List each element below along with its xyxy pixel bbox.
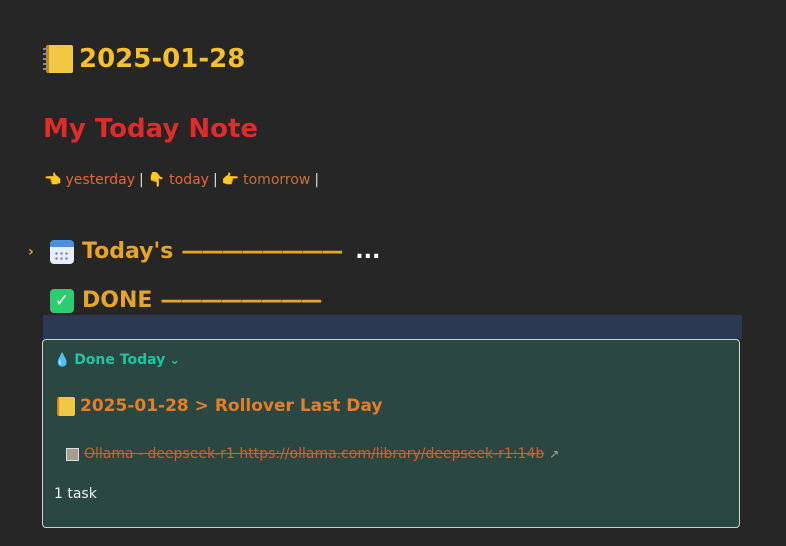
point-right-icon: 👉 (221, 172, 240, 188)
chevron-down-icon[interactable]: ⌄ (169, 353, 180, 368)
chevron-right-icon[interactable]: › (28, 244, 42, 260)
collapsed-indicator[interactable]: ... (355, 239, 380, 264)
point-left-icon: 👈 (44, 172, 62, 188)
notebook-icon (43, 45, 73, 73)
point-down-icon: 👇 (147, 172, 166, 188)
daily-navigation: 👈 yesterday | 👇 today | 👉 tomorrow | (44, 172, 319, 188)
todays-rule: ———————— (181, 239, 343, 264)
date-title: 2025-01-28 (79, 44, 246, 74)
tasks-query-result: 💧 Done Today ⌄ 2025-01-28 > Rollover Las… (42, 339, 740, 528)
separator: | (314, 172, 320, 188)
group-title: 2025-01-28 > Rollover Last Day (80, 396, 383, 416)
done-today-header[interactable]: 💧 Done Today ⌄ (54, 352, 180, 368)
check-box-icon: ✓ (50, 288, 74, 313)
group-heading: 2025-01-28 > Rollover Last Day (57, 396, 382, 416)
tomorrow-link[interactable]: tomorrow (243, 172, 310, 188)
query-code-band (43, 315, 742, 339)
task-count: 1 task (54, 486, 97, 502)
drop-icon: 💧 (54, 352, 71, 368)
done-heading: ✓ DONE ———————— (28, 288, 322, 313)
note-title: 2025-01-28 (43, 44, 246, 74)
list-item: Ollama - deepseek-r1 https://ollama.com/… (66, 446, 559, 462)
today-link[interactable]: today (169, 172, 209, 188)
calendar-icon (50, 239, 74, 264)
done-label: DONE (82, 288, 153, 313)
separator: | (139, 172, 144, 188)
task-link[interactable]: Ollama - deepseek-r1 https://ollama.com/… (84, 446, 544, 462)
task-checkbox[interactable] (66, 447, 79, 461)
done-today-label: Done Today (74, 352, 166, 368)
yesterday-link[interactable]: yesterday (65, 172, 135, 188)
main-heading: My Today Note (43, 114, 259, 144)
separator: | (212, 172, 218, 188)
todays-label: Today's (82, 239, 174, 264)
external-link-icon: ↗ (549, 447, 560, 461)
notebook-icon (57, 396, 75, 416)
todays-heading[interactable]: › Today's ———————— ... (28, 239, 380, 264)
done-rule: ———————— (160, 288, 322, 313)
